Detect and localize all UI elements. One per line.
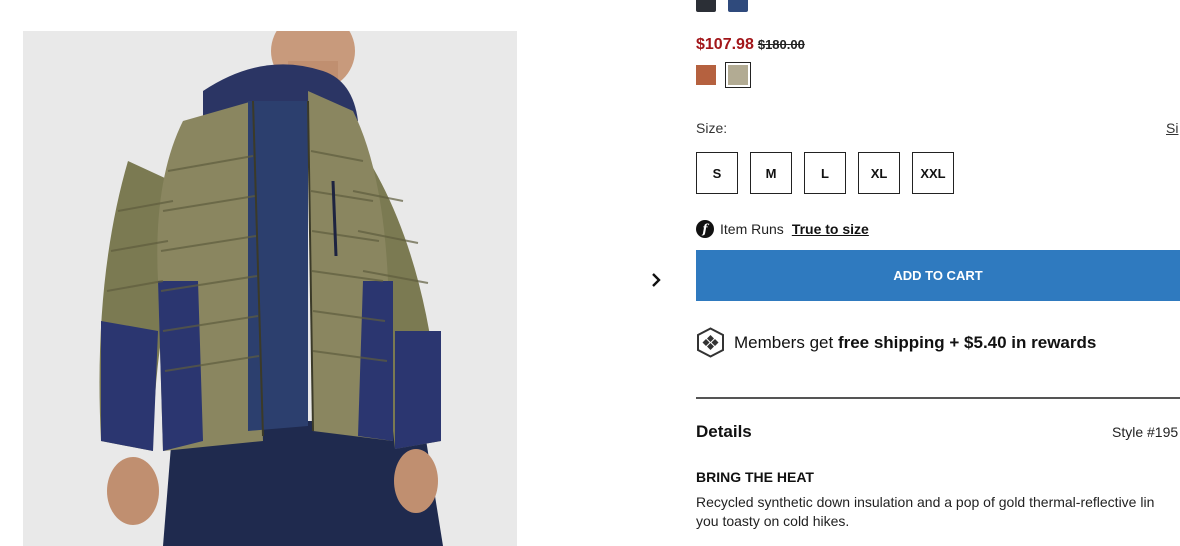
next-image-button[interactable]	[645, 268, 667, 292]
color-swatch-navy[interactable]	[728, 0, 748, 12]
sale-price: $107.98	[696, 36, 754, 53]
original-price: $180.00	[757, 37, 805, 52]
price: $107.98 $180.00	[696, 36, 805, 54]
fit-prefix: Item Runs	[720, 221, 784, 237]
color-swatch-rust[interactable]	[696, 65, 716, 85]
rewards-badge-icon	[697, 327, 724, 358]
style-number: Style #195	[1112, 424, 1179, 440]
members-benefit: Members get free shipping + $5.40 in rew…	[696, 327, 1096, 358]
add-to-cart-button[interactable]: ADD TO CART	[696, 250, 1180, 301]
fit-predictor-icon: f	[696, 220, 714, 238]
size-option-xxl[interactable]: XXL	[912, 152, 954, 194]
details-heading[interactable]: Details	[696, 422, 752, 442]
color-swatch-stone-green[interactable]	[725, 62, 751, 88]
size-option-l[interactable]: L	[804, 152, 846, 194]
color-swatch-black[interactable]	[696, 0, 716, 12]
jacket-photo	[23, 31, 517, 546]
divider	[696, 397, 1180, 399]
members-offer: free shipping + $5.40 in rewards	[837, 332, 1097, 352]
product-image[interactable]	[23, 31, 517, 546]
size-guide-link[interactable]: Si	[1166, 120, 1178, 136]
fit-info: f Item Runs True to size	[696, 220, 869, 238]
size-option-xl[interactable]: XL	[858, 152, 900, 194]
product-description: Recycled synthetic down insulation and a…	[696, 493, 1180, 531]
feature-heading: BRING THE HEAT	[696, 469, 814, 485]
size-option-m[interactable]: M	[750, 152, 792, 194]
true-to-size-link[interactable]: True to size	[792, 221, 869, 237]
size-options: S M L XL XXL	[696, 152, 954, 194]
description-line: Recycled synthetic down insulation and a…	[696, 494, 1155, 510]
chevron-right-icon	[652, 273, 661, 287]
description-line: you toasty on cold hikes.	[696, 513, 850, 529]
size-option-s[interactable]: S	[696, 152, 738, 194]
members-prefix: Members get	[734, 332, 838, 352]
size-label: Size:	[696, 120, 728, 136]
